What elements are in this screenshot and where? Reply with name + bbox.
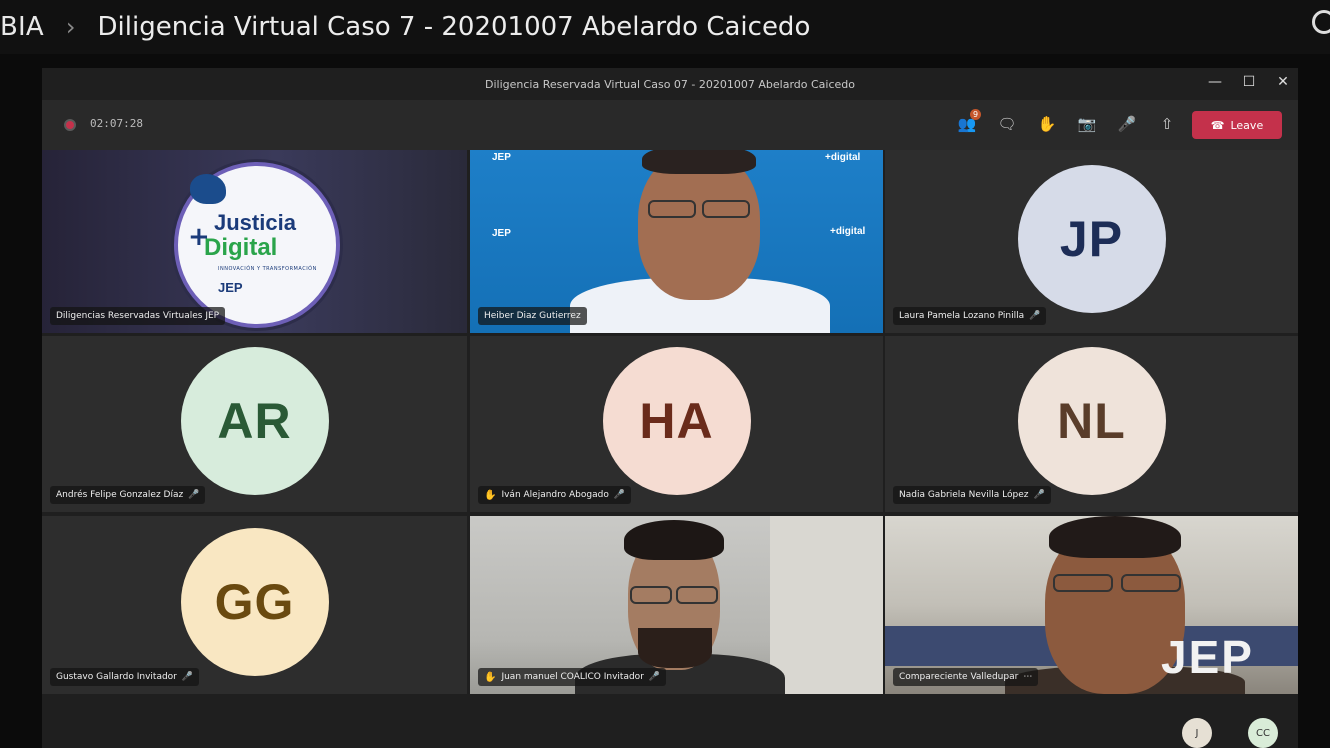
jep-logo-icon: JEP	[492, 152, 511, 163]
share-screen-icon[interactable]: ⇧	[1156, 113, 1178, 135]
jep-logo-icon: +digital	[825, 152, 861, 163]
jep-logo-icon: JEP	[492, 228, 511, 239]
participant-name: Heiber Diaz Gutierrez	[484, 311, 581, 321]
participant-name-tag: ✋ Juan manuel COALICO Invitador 🎤	[478, 668, 667, 686]
avatar: AR	[180, 347, 329, 496]
avatar: JP	[1017, 164, 1166, 313]
teams-window: Diligencia Reservada Virtual Caso 07 - 2…	[42, 68, 1298, 748]
meeting-toolbar: 02:07:28 👥 9 🗨 ✋ ⋯ 📷 🎤 ⇧ ☎ Leave	[42, 100, 1298, 150]
leave-label: Leave	[1230, 118, 1264, 132]
participant-name: Nadia Gabriela Nevilla López	[899, 490, 1029, 500]
participant-name-tag: ✋ Iván Alejandro Abogado 🎤	[478, 486, 632, 504]
more-icon: ⋯	[1023, 672, 1033, 682]
minimize-icon[interactable]: —	[1208, 74, 1222, 90]
close-icon[interactable]: ✕	[1276, 74, 1290, 90]
avatar: NL	[1017, 347, 1166, 496]
phone-icon: ☎	[1210, 118, 1225, 132]
raise-hand-icon: ✋	[484, 489, 497, 501]
raise-hand-icon: ✋	[484, 671, 497, 683]
video-grid: Justicia + Digital INNOVACIÓN Y TRANSFOR…	[42, 150, 1298, 696]
participant-tile[interactable]: Compareciente Valledupar ⋯ JEP	[885, 516, 1298, 694]
participant-name: Juan manuel COALICO Invitador	[501, 672, 644, 682]
mini-avatar[interactable]: CC	[1248, 718, 1278, 748]
participant-name-tag: Nadia Gabriela Nevilla López 🎤	[893, 486, 1051, 504]
mini-avatar[interactable]: J	[1182, 718, 1212, 748]
participant-name: Compareciente Valledupar	[899, 672, 1019, 682]
window-titlebar: Diligencia Reservada Virtual Caso 07 - 2…	[42, 68, 1298, 100]
mic-off-icon: 🎤	[188, 490, 200, 500]
participant-tile[interactable]: GG Gustavo Gallardo Invitador 🎤	[42, 516, 467, 694]
mic-off-icon: 🎤	[613, 490, 626, 500]
participant-name: Diligencias Reservadas Virtuales JEP	[56, 311, 220, 321]
participant-name: Iván Alejandro Abogado	[501, 490, 609, 500]
participant-tile[interactable]: Justicia + Digital INNOVACIÓN Y TRANSFOR…	[42, 150, 467, 333]
participant-tile[interactable]: AR Andrés Felipe Gonzalez Díaz 🎤	[42, 336, 467, 512]
avatar: GG	[180, 528, 329, 677]
leave-button[interactable]: ☎ Leave	[1192, 111, 1282, 139]
avatar: HA	[602, 347, 751, 496]
outer-header: BIA › Diligencia Virtual Caso 7 - 202010…	[0, 0, 1330, 54]
participant-tile[interactable]: NL Nadia Gabriela Nevilla López 🎤	[885, 336, 1298, 512]
participant-name-tag: Heiber Diaz Gutierrez	[478, 307, 587, 325]
logo-subtitle: INNOVACIÓN Y TRANSFORMACIÓN	[218, 266, 317, 272]
participant-tile[interactable]: JEP JEP +digital +digital Heiber Diaz Gu…	[470, 150, 883, 333]
participant-name: Andrés Felipe Gonzalez Díaz	[56, 490, 184, 500]
search-icon[interactable]	[1312, 10, 1330, 34]
raise-hand-icon[interactable]: ✋	[1036, 113, 1058, 135]
mic-off-icon[interactable]: 🎤	[1116, 113, 1138, 135]
meeting-timer: 02:07:28	[90, 117, 143, 130]
window-title: Diligencia Reservada Virtual Caso 07 - 2…	[485, 77, 855, 91]
mic-off-icon: 🎤	[1033, 490, 1045, 500]
logo-line1: Justicia	[214, 210, 296, 235]
jep-watermark: JEP	[1161, 631, 1254, 683]
chevron-right-icon: ›	[65, 13, 76, 41]
page-title: Diligencia Virtual Caso 7 - 20201007 Abe…	[97, 12, 811, 42]
logo-line2: Digital	[204, 234, 278, 261]
camera-off-icon[interactable]: 📷	[1076, 113, 1098, 135]
chat-icon[interactable]: 🗨	[996, 113, 1018, 135]
justicia-digital-logo: Justicia + Digital INNOVACIÓN Y TRANSFOR…	[174, 162, 340, 328]
maximize-icon[interactable]: ☐	[1242, 74, 1256, 90]
logo-jep: JEP	[218, 280, 243, 295]
participants-badge: 9	[970, 109, 981, 120]
recording-icon	[64, 119, 76, 131]
mic-off-icon: 🎤	[181, 672, 194, 682]
participant-name: Gustavo Gallardo Invitador	[56, 672, 177, 682]
participant-tile[interactable]: JP Laura Pamela Lozano Pinilla 🎤	[885, 150, 1298, 333]
participant-name-tag: Diligencias Reservadas Virtuales JEP	[50, 307, 226, 325]
participant-name-tag: Laura Pamela Lozano Pinilla 🎤	[893, 307, 1047, 325]
breadcrumb[interactable]: BIA	[0, 12, 44, 42]
logo-shape	[190, 174, 226, 204]
media-tools: 📷 🎤 ⇧	[1076, 113, 1178, 135]
participant-name-tag: Gustavo Gallardo Invitador 🎤	[50, 668, 200, 686]
participant-tile[interactable]: ✋ Juan manuel COALICO Invitador 🎤	[470, 516, 883, 694]
participant-name-tag: Andrés Felipe Gonzalez Díaz 🎤	[50, 486, 206, 504]
participant-name-tag: Compareciente Valledupar ⋯	[893, 668, 1039, 686]
jep-logo-icon: +digital	[830, 226, 866, 237]
participant-tile[interactable]: HA ✋ Iván Alejandro Abogado 🎤	[470, 336, 883, 512]
participant-name: Laura Pamela Lozano Pinilla	[899, 311, 1025, 321]
participants-icon[interactable]: 👥 9	[956, 109, 981, 135]
mic-off-icon: 🎤	[1029, 311, 1041, 321]
mic-off-icon: 🎤	[648, 672, 661, 682]
window-controls: — ☐ ✕	[1208, 74, 1290, 90]
